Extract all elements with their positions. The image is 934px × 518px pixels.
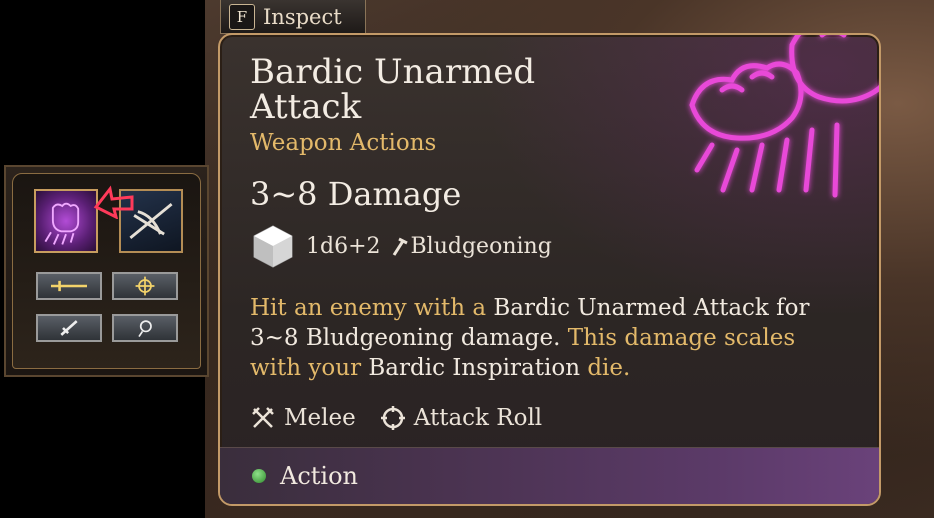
inspect-label: Inspect <box>263 4 342 29</box>
hotbar-slot-dagger[interactable] <box>36 314 102 342</box>
property-label: Attack Roll <box>413 405 543 431</box>
bludgeoning-icon <box>392 237 408 256</box>
action-cost-label: Action <box>280 462 358 490</box>
crosshair-icon <box>380 406 405 430</box>
action-cost-bar: Action <box>220 447 879 504</box>
damage-type: Bludgeoning <box>410 233 552 259</box>
action-tooltip: Bardic Unarmed Attack Weapon Actions 3~8… <box>218 33 881 506</box>
unarmed-fist-art-icon <box>689 35 879 198</box>
property-attack-roll: Attack Roll <box>380 405 542 431</box>
action-title: Bardic Unarmed Attack <box>250 52 536 127</box>
unarmed-attack-slot[interactable] <box>34 189 98 253</box>
action-dot-icon <box>252 469 266 483</box>
inspect-key-hint: F <box>229 3 255 30</box>
description-segment: Hit an enemy with a <box>250 295 494 321</box>
property-melee: Melee <box>250 405 356 431</box>
damage-dice-row: 1d6+2 Bludgeoning <box>250 223 552 269</box>
hotbar-slot-target[interactable] <box>112 272 178 300</box>
description-segment: Bardic Inspiration <box>368 355 581 381</box>
crosshair-icon <box>135 276 155 296</box>
damage-range: 3~8 Damage <box>250 175 462 213</box>
crossed-swords-icon <box>252 407 274 428</box>
property-label: Melee <box>284 405 356 431</box>
hotbar-panel <box>4 165 209 377</box>
description-segment: die. <box>580 355 631 381</box>
action-properties: Melee Attack Roll <box>250 405 542 431</box>
description-segment: Bardic Unarmed Attack <box>493 295 769 321</box>
hotbar-slot-hand[interactable] <box>112 314 178 342</box>
dagger-icon <box>60 320 78 336</box>
hotbar-slot-sword[interactable] <box>36 272 102 300</box>
dice-icon <box>253 225 293 268</box>
hand-icon <box>138 320 152 338</box>
damage-dice: 1d6+2 <box>306 233 381 259</box>
inspect-tab[interactable]: F Inspect <box>220 0 366 34</box>
action-category: Weapon Actions <box>250 130 437 156</box>
pointer-arrow-icon <box>93 185 134 219</box>
unarmed-fist-icon <box>44 202 80 245</box>
action-description: Hit an enemy with a Bardic Unarmed Attac… <box>250 293 850 383</box>
sword-icon <box>51 280 87 292</box>
